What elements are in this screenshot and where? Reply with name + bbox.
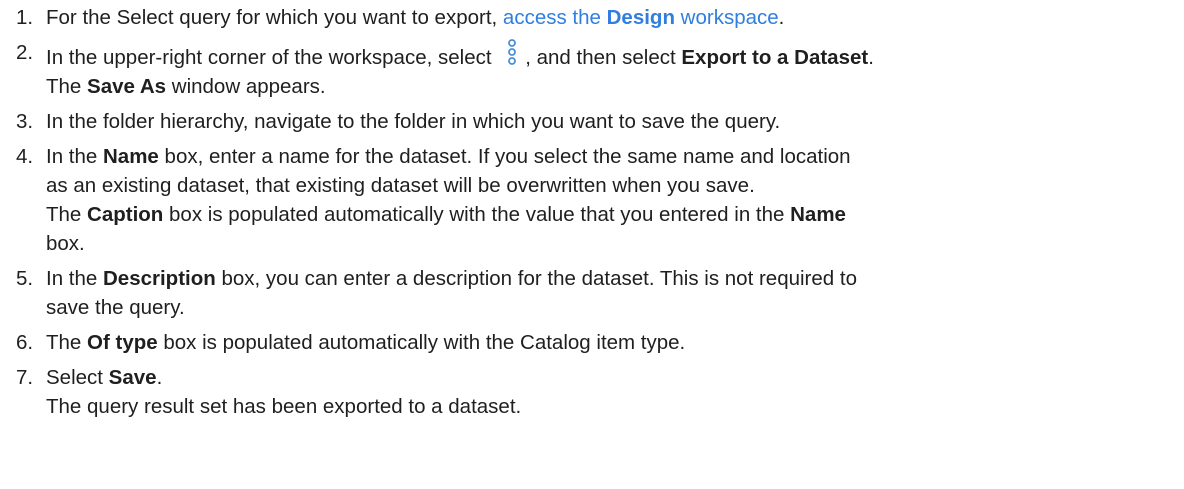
step-text: For the Select query for which you want … bbox=[46, 6, 503, 29]
step-number: 6. bbox=[16, 331, 34, 354]
step-7: 7. Select Save. The query result set has… bbox=[0, 363, 1184, 421]
step-5: 5. In the Description box, you can enter… bbox=[0, 264, 1184, 322]
step-1: 1. For the Select query for which you wa… bbox=[0, 3, 1184, 32]
step-number: 1. bbox=[16, 6, 34, 29]
step-number: 2. bbox=[16, 41, 34, 64]
step-number: 5. bbox=[16, 267, 34, 290]
instruction-steps: 1. For the Select query for which you wa… bbox=[0, 0, 1184, 421]
step-2: 2. In the upper-right corner of the work… bbox=[0, 38, 1184, 101]
step-result: The Save As window appears. bbox=[46, 75, 326, 98]
step-4: 4. In the Name box, enter a name for the… bbox=[0, 142, 1184, 258]
step-6: 6. The Of type box is populated automati… bbox=[0, 328, 1184, 357]
step-3: 3. In the folder hierarchy, navigate to … bbox=[0, 107, 1184, 136]
design-workspace-link[interactable]: access the Design workspace bbox=[503, 6, 779, 29]
step-text: In the folder hierarchy, navigate to the… bbox=[46, 110, 781, 133]
more-options-kebab-icon bbox=[508, 39, 517, 65]
step-result: The query result set has been exported t… bbox=[46, 395, 522, 418]
step-result: The Caption box is populated automatical… bbox=[46, 203, 846, 226]
step-number: 7. bbox=[16, 366, 34, 389]
step-number: 4. bbox=[16, 145, 34, 168]
step-number: 3. bbox=[16, 110, 34, 133]
